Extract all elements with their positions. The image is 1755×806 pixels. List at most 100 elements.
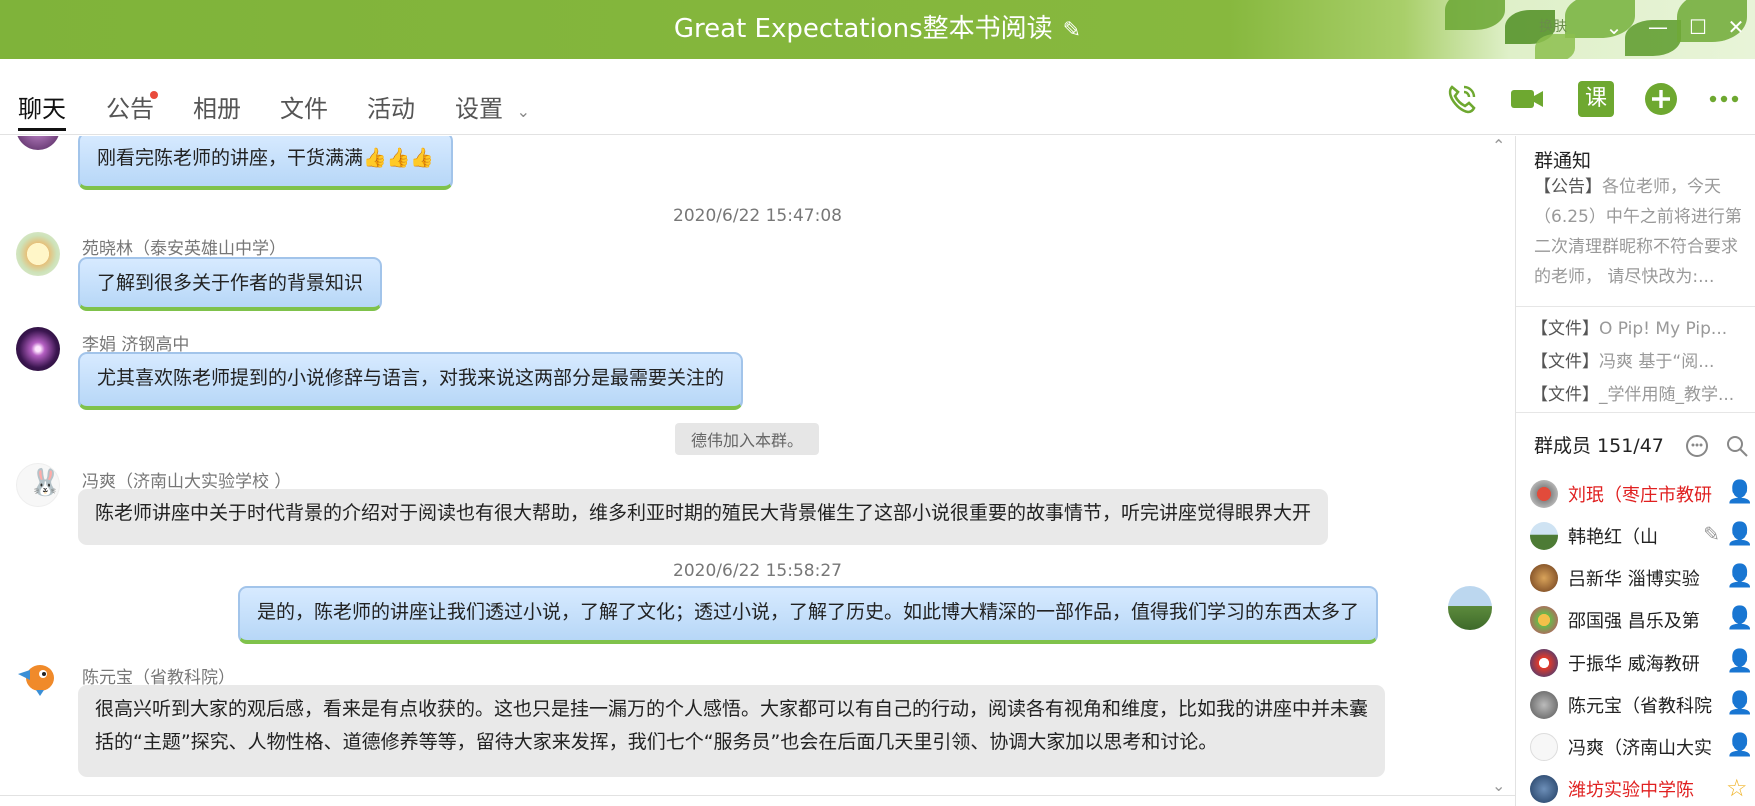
member-item[interactable]: 邵国强 昌乐及第 👤 bbox=[1530, 604, 1755, 636]
member-manage-icon[interactable] bbox=[1684, 433, 1710, 459]
tab-announcement-label: 公告 bbox=[106, 95, 154, 123]
tab-settings-label: 设置 bbox=[455, 95, 503, 123]
member-avatar bbox=[1530, 775, 1558, 803]
rabbit-icon: 🐰 bbox=[29, 468, 60, 498]
avatar[interactable] bbox=[16, 136, 60, 150]
message-bubble: 很高兴听到大家的观后感，看来是有点收获的。这也只是挂一漏万的个人感悟。大家都可以… bbox=[78, 685, 1386, 777]
member-avatar bbox=[1530, 480, 1558, 508]
minimize-icon[interactable]: — bbox=[1645, 14, 1671, 40]
timestamp: 2020/6/22 15:58:27 bbox=[673, 561, 842, 581]
sender-name[interactable]: 苑晓林（泰安英雄山中学） bbox=[82, 234, 286, 259]
avatar[interactable] bbox=[16, 327, 60, 371]
file-name: 冯爽 基于“阅... bbox=[1599, 352, 1715, 372]
scroll-down-icon[interactable]: ⌄ bbox=[1492, 776, 1505, 795]
unread-dot bbox=[150, 91, 158, 99]
message-bubble: 尤其喜欢陈老师提到的小说修辞与语言，对我来说这两部分是最需要关注的 bbox=[78, 352, 744, 410]
member-avatar bbox=[1530, 649, 1558, 677]
member-item[interactable]: 陈元宝（省教科院 👤 bbox=[1530, 689, 1755, 721]
notice-tag: 【公告】 bbox=[1534, 177, 1602, 197]
close-icon[interactable]: ✕ bbox=[1723, 14, 1749, 40]
member-role-icon: 👤 bbox=[1726, 733, 1754, 758]
file-tag: 【文件】 bbox=[1531, 385, 1599, 405]
file-item[interactable]: 【文件】_学伴用随_教学... bbox=[1531, 380, 1751, 405]
title-bar: Great Expectations整本书阅读 ✎ 换肤 ⌄ — ☐ ✕ bbox=[0, 0, 1755, 59]
tab-album[interactable]: 相册 bbox=[193, 89, 241, 123]
file-item[interactable]: 【文件】O Pip! My Pip... bbox=[1531, 314, 1751, 339]
avatar[interactable] bbox=[16, 232, 60, 276]
timestamp: 2020/6/22 15:47:08 bbox=[673, 206, 842, 226]
member-avatar bbox=[1530, 522, 1558, 550]
tab-activity[interactable]: 活动 bbox=[367, 89, 415, 123]
member-role-icon: 👤 bbox=[1726, 691, 1754, 716]
file-tag: 【文件】 bbox=[1531, 352, 1599, 372]
maximize-icon[interactable]: ☐ bbox=[1685, 14, 1711, 40]
file-name: O Pip! My Pip... bbox=[1599, 319, 1728, 339]
message-bubble: 了解到很多关于作者的背景知识 bbox=[78, 257, 383, 311]
chevron-down-icon: ⌄ bbox=[516, 102, 531, 121]
member-name: 韩艳红（山 bbox=[1568, 527, 1658, 548]
member-name: 潍坊实验中学陈 bbox=[1568, 780, 1694, 801]
tab-settings[interactable]: 设置 ⌄ bbox=[455, 89, 530, 123]
member-name: 吕新华 淄博实验 bbox=[1568, 569, 1700, 590]
class-icon[interactable]: 课 bbox=[1578, 81, 1614, 117]
member-name: 于振华 威海教研 bbox=[1568, 654, 1700, 675]
member-role-icon: 👤 bbox=[1726, 522, 1754, 547]
divider bbox=[1516, 412, 1755, 413]
avatar[interactable] bbox=[14, 654, 58, 698]
window-title: Great Expectations整本书阅读 ✎ bbox=[0, 13, 1755, 47]
tab-bar: 聊天 公告 相册 文件 活动 设置 ⌄ 课 bbox=[0, 59, 1755, 135]
avatar[interactable]: 🐰 bbox=[16, 463, 60, 507]
message-text-line: 括的“主题”探究、人物性格、道德修养等等，留待大家来发挥，我们七个“服务员”也会… bbox=[95, 731, 1218, 753]
message-bubble: 刚看完陈老师的讲座，干货满满👍👍👍 bbox=[78, 136, 453, 190]
member-name: 刘珉（枣庄市教研 bbox=[1568, 485, 1712, 506]
member-avatar bbox=[1530, 691, 1558, 719]
bird-icon bbox=[18, 665, 54, 696]
search-icon[interactable] bbox=[1724, 433, 1750, 459]
member-avatar bbox=[1530, 733, 1558, 761]
file-tag: 【文件】 bbox=[1531, 319, 1599, 339]
avatar-self[interactable] bbox=[1448, 586, 1492, 630]
member-avatar bbox=[1530, 564, 1558, 592]
tab-announcement[interactable]: 公告 bbox=[106, 89, 158, 123]
skin-label[interactable]: 换肤 bbox=[1539, 16, 1567, 36]
member-item[interactable]: 韩艳红（山 ✎ 👤 bbox=[1530, 520, 1755, 552]
message-bubble: 陈老师讲座中关于时代背景的介绍对于阅读也有很大帮助，维多利亚时期的殖民大背景催生… bbox=[78, 489, 1329, 545]
member-item[interactable]: 于振华 威海教研 👤 bbox=[1530, 647, 1755, 679]
member-avatar bbox=[1530, 606, 1558, 634]
chat-area[interactable]: ⌃ 刚看完陈老师的讲座，干货满满👍👍👍 2020/6/22 15:47:08 苑… bbox=[0, 136, 1515, 806]
side-panel: 群通知 【公告】各位老师，今天（6.25）中午之前将进行第二次清理群昵称不符合要… bbox=[1515, 136, 1755, 806]
message-text-line: 很高兴听到大家的观后感，看来是有点收获的。这也只是挂一漏万的个人感悟。大家都可以… bbox=[95, 698, 1369, 720]
member-name: 陈元宝（省教科院 bbox=[1568, 696, 1712, 717]
file-name: _学伴用随_教学... bbox=[1599, 385, 1735, 405]
owner-star-icon: ☆ bbox=[1726, 774, 1748, 802]
divider bbox=[1516, 306, 1755, 307]
tab-chat[interactable]: 聊天 bbox=[18, 89, 66, 131]
scroll-up-icon[interactable]: ⌃ bbox=[1492, 136, 1505, 155]
file-item[interactable]: 【文件】冯爽 基于“阅... bbox=[1531, 347, 1751, 372]
video-call-icon[interactable] bbox=[1509, 81, 1545, 117]
member-role-icon: 👤 bbox=[1726, 606, 1754, 631]
member-item[interactable]: 刘珉（枣庄市教研 👤 bbox=[1530, 478, 1755, 510]
member-role-icon: 👤 bbox=[1726, 564, 1754, 589]
window-title-text: Great Expectations整本书阅读 bbox=[673, 14, 1053, 44]
message-bubble-self: 是的，陈老师的讲座让我们透过小说，了解了文化；透过小说，了解了历史。如此博大精深… bbox=[238, 586, 1379, 644]
tab-files[interactable]: 文件 bbox=[280, 89, 328, 123]
phone-icon[interactable] bbox=[1444, 81, 1480, 117]
member-name: 邵国强 昌乐及第 bbox=[1568, 611, 1700, 632]
member-item[interactable]: 冯爽（济南山大实 👤 bbox=[1530, 731, 1755, 763]
input-divider bbox=[0, 795, 1515, 796]
system-message: 德伟加入本群。 bbox=[675, 423, 820, 455]
member-name: 冯爽（济南山大实 bbox=[1568, 738, 1712, 759]
member-role-icon: 👤 bbox=[1726, 649, 1754, 674]
chevron-down-icon[interactable]: ⌄ bbox=[1601, 14, 1627, 40]
members-title: 群成员 151/47 bbox=[1534, 435, 1664, 457]
add-icon[interactable] bbox=[1643, 81, 1679, 117]
member-item[interactable]: 吕新华 淄博实验 👤 bbox=[1530, 562, 1755, 594]
edit-icon[interactable]: ✎ bbox=[1703, 522, 1720, 546]
member-role-icon: 👤 bbox=[1726, 480, 1754, 505]
notice-title: 群通知 bbox=[1534, 150, 1592, 172]
member-item[interactable]: 潍坊实验中学陈 ☆ bbox=[1530, 773, 1755, 805]
more-icon[interactable] bbox=[1706, 81, 1742, 117]
edit-title-icon[interactable]: ✎ bbox=[1063, 15, 1081, 47]
notice-preview[interactable]: 【公告】各位老师，今天（6.25）中午之前将进行第二次清理群昵称不符合要求的老师… bbox=[1534, 172, 1744, 292]
